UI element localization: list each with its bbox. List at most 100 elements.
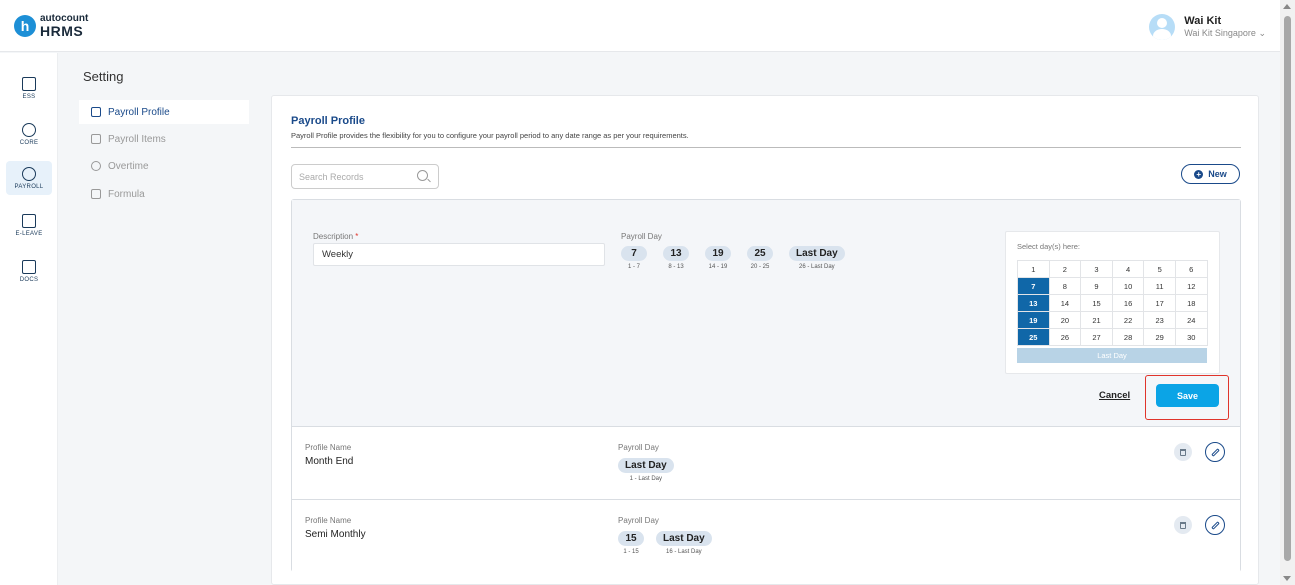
nav-label: E-LEAVE [15, 230, 43, 237]
payroll-icon [22, 166, 36, 181]
profile-row-month-end: Profile Name Month End Payroll Day Last … [292, 428, 1240, 500]
day-cell[interactable]: 21 [1081, 312, 1113, 329]
payroll-day-item: Last Day 16 - Last Day [656, 531, 712, 555]
delete-button[interactable] [1174, 516, 1192, 534]
day-cell[interactable]: 27 [1081, 329, 1113, 346]
payroll-day-pills: Last Day 1 - Last Day [618, 458, 674, 482]
day-cell[interactable]: 17 [1144, 295, 1176, 312]
day-cell[interactable]: 1 [1018, 261, 1050, 278]
edit-button[interactable] [1205, 442, 1225, 462]
module-nav: ESS CORE PAYROLL E-LEAVE DOCS [0, 53, 58, 585]
day-cell[interactable]: 24 [1175, 312, 1208, 329]
scroll-up-icon[interactable] [1283, 4, 1291, 9]
menu-item-payroll-items[interactable]: Payroll Items [79, 127, 249, 151]
day-cell[interactable]: 15 [1081, 295, 1113, 312]
payroll-day-pills: 15 1 - 15 Last Day 16 - Last Day [618, 531, 712, 555]
day-cell[interactable]: 28 [1112, 329, 1145, 346]
nav-item-payroll[interactable]: PAYROLL [6, 161, 52, 195]
payroll-day-range: 16 - Last Day [666, 549, 702, 555]
search-box[interactable] [291, 164, 439, 189]
search-input[interactable] [299, 170, 409, 184]
last-day-option[interactable]: Last Day [1017, 348, 1207, 363]
logo-name: HRMS [40, 23, 84, 39]
payroll-day-range: 8 - 13 [668, 264, 684, 270]
day-cell[interactable]: 23 [1144, 312, 1176, 329]
day-cell[interactable]: 19 [1018, 312, 1050, 329]
payroll-items-icon [91, 134, 101, 144]
nav-item-ess[interactable]: ESS [6, 71, 52, 105]
edit-button[interactable] [1205, 515, 1225, 535]
day-cell[interactable]: 16 [1112, 295, 1145, 312]
day-cell[interactable]: 10 [1112, 278, 1145, 295]
day-cell[interactable]: 6 [1175, 261, 1208, 278]
user-company: Wai Kit Singapore [1184, 28, 1256, 38]
nav-label: PAYROLL [14, 183, 44, 190]
nav-item-core[interactable]: CORE [6, 117, 52, 151]
day-cell[interactable]: 4 [1112, 261, 1145, 278]
payroll-day-label: Payroll Day [618, 516, 659, 525]
day-cell[interactable]: 11 [1144, 278, 1176, 295]
description-label: Description [313, 232, 354, 241]
day-cell[interactable]: 12 [1175, 278, 1208, 295]
day-cell[interactable]: 2 [1049, 261, 1082, 278]
day-cell[interactable]: 8 [1049, 278, 1082, 295]
day-cell[interactable]: 5 [1144, 261, 1176, 278]
profile-name-label: Profile Name [305, 516, 352, 525]
day-picker: Select day(s) here: 1 2 3 4 5 6 7 8 9 10 11 12 13 14 1… [1005, 231, 1220, 374]
payroll-profile-card: Payroll Profile Payroll Profile provides… [271, 95, 1259, 585]
day-cell[interactable]: 25 [1018, 329, 1050, 346]
page-scrollbar[interactable] [1280, 0, 1295, 585]
user-name: Wai Kit [1184, 15, 1222, 27]
payroll-day-label: Payroll Day [621, 232, 662, 241]
trash-icon [1180, 448, 1186, 456]
payroll-day-item: Last Day 1 - Last Day [618, 458, 674, 482]
day-cell[interactable]: 26 [1049, 329, 1082, 346]
ess-icon [22, 76, 36, 91]
new-button-label: New [1208, 169, 1227, 179]
pencil-icon [1210, 520, 1220, 530]
nav-item-e-leave[interactable]: E-LEAVE [6, 208, 52, 242]
delete-button[interactable] [1174, 443, 1192, 461]
scroll-down-icon[interactable] [1283, 576, 1291, 581]
scrollbar-thumb[interactable] [1284, 16, 1291, 561]
chevron-down-icon: ⌄ [1258, 28, 1266, 38]
payroll-day-item: 19 14 - 19 [705, 246, 731, 270]
payroll-day-pills: 7 1 - 7 13 8 - 13 19 14 - 19 25 20 - 25 … [621, 246, 845, 270]
day-cell[interactable]: 20 [1049, 312, 1082, 329]
day-cell[interactable]: 13 [1018, 295, 1050, 312]
day-cell[interactable]: 18 [1175, 295, 1208, 312]
day-cell[interactable]: 30 [1175, 329, 1208, 346]
nav-item-docs[interactable]: DOCS [6, 254, 52, 288]
profile-edit-panel: Description * Payroll Day 7 1 - 7 13 8 -… [292, 200, 1240, 427]
menu-item-payroll-profile[interactable]: Payroll Profile [79, 100, 249, 124]
payroll-day-pill: Last Day [656, 531, 712, 546]
docs-icon [22, 259, 36, 274]
save-button[interactable]: Save [1156, 384, 1219, 407]
payroll-day-pill: Last Day [789, 246, 845, 261]
day-cell[interactable]: 7 [1018, 278, 1050, 295]
app-header: h autocount HRMS Wai Kit Wai Kit Singapo… [0, 0, 1280, 52]
app-logo[interactable]: h autocount HRMS [14, 14, 88, 38]
payroll-day-item: 15 1 - 15 [618, 531, 644, 555]
day-cell[interactable]: 9 [1081, 278, 1113, 295]
day-cell[interactable]: 14 [1049, 295, 1082, 312]
search-icon[interactable] [417, 170, 428, 181]
day-cell[interactable]: 22 [1112, 312, 1145, 329]
profile-name: Semi Monthly [305, 529, 366, 540]
calendar-icon [22, 213, 36, 228]
cancel-button[interactable]: Cancel [1099, 390, 1130, 401]
day-cell[interactable]: 3 [1081, 261, 1113, 278]
description-input[interactable] [313, 243, 605, 266]
payroll-day-item: 7 1 - 7 [621, 246, 647, 270]
day-cell[interactable]: 29 [1144, 329, 1176, 346]
core-icon [22, 122, 36, 137]
user-menu[interactable]: Wai Kit Wai Kit Singapore ⌄ [1149, 14, 1266, 40]
menu-item-formula[interactable]: Formula [79, 182, 249, 206]
new-profile-button[interactable]: + New [1181, 164, 1240, 184]
section-divider [291, 147, 1241, 148]
logo-mark-icon: h [14, 15, 36, 37]
section-description: Payroll Profile provides the flexibility… [291, 131, 689, 140]
profile-row-semi-monthly: Profile Name Semi Monthly Payroll Day 15… [292, 501, 1240, 573]
payroll-day-item: 13 8 - 13 [663, 246, 689, 270]
menu-item-overtime[interactable]: Overtime [79, 154, 249, 178]
